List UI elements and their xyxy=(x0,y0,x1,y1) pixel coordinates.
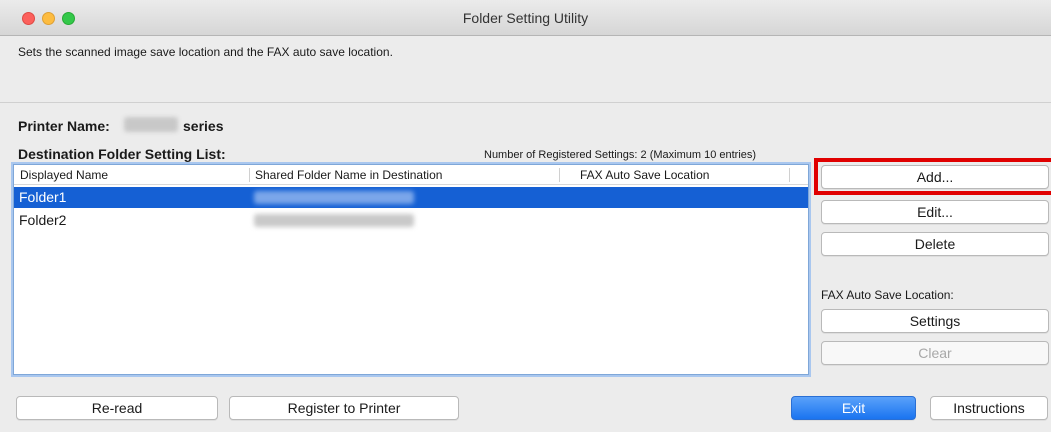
list-header: Displayed Name Shared Folder Name in Des… xyxy=(14,165,808,185)
destination-folder-list[interactable]: Displayed Name Shared Folder Name in Des… xyxy=(13,164,809,375)
settings-button[interactable]: Settings xyxy=(821,309,1049,333)
title-bar: Folder Setting Utility xyxy=(0,0,1051,36)
column-divider xyxy=(789,168,790,182)
clear-button[interactable]: Clear xyxy=(821,341,1049,365)
table-row[interactable]: Folder1 xyxy=(14,187,808,208)
reread-button[interactable]: Re-read xyxy=(16,396,218,420)
window-title: Folder Setting Utility xyxy=(462,10,589,26)
table-row[interactable]: Folder2 xyxy=(14,210,808,231)
add-button[interactable]: Add... xyxy=(821,165,1049,189)
delete-button[interactable]: Delete xyxy=(821,232,1049,256)
column-header-displayed-name[interactable]: Displayed Name xyxy=(20,168,108,182)
printer-name-label: Printer Name: xyxy=(18,118,110,134)
row-displayed-name: Folder1 xyxy=(19,189,67,205)
description-text: Sets the scanned image save location and… xyxy=(18,45,393,59)
exit-button[interactable]: Exit xyxy=(791,396,916,420)
column-header-fax-location[interactable]: FAX Auto Save Location xyxy=(580,168,709,182)
column-divider xyxy=(249,168,250,182)
destination-list-label: Destination Folder Setting List: xyxy=(18,146,226,162)
row-shared-folder-redacted xyxy=(254,191,414,204)
description-area: Sets the scanned image save location and… xyxy=(0,37,1051,103)
instructions-button[interactable]: Instructions xyxy=(930,396,1048,420)
row-displayed-name: Folder2 xyxy=(19,212,67,228)
printer-name-redacted xyxy=(124,117,178,132)
registered-count-text: Number of Registered Settings: 2 (Maximu… xyxy=(484,149,757,161)
fax-auto-save-label: FAX Auto Save Location: xyxy=(821,288,954,302)
edit-button[interactable]: Edit... xyxy=(821,200,1049,224)
register-to-printer-button[interactable]: Register to Printer xyxy=(229,396,459,420)
column-divider xyxy=(559,168,560,182)
row-shared-folder-redacted xyxy=(254,214,414,227)
printer-series-text: series xyxy=(183,118,224,134)
column-header-shared-folder[interactable]: Shared Folder Name in Destination xyxy=(255,168,442,182)
